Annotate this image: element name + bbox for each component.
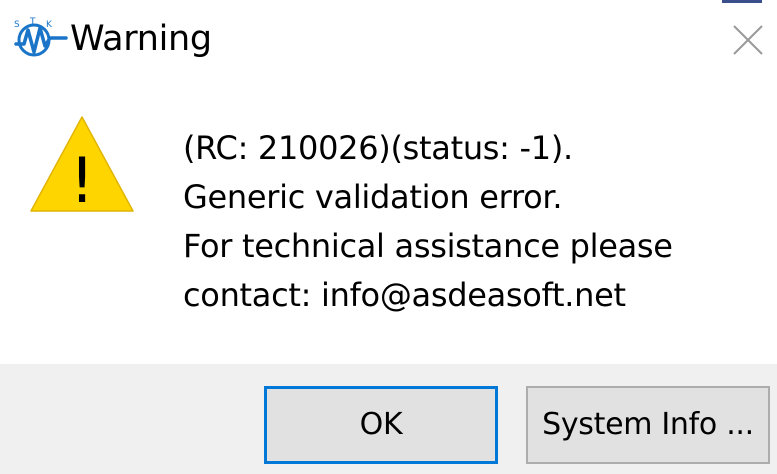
warning-triangle-icon: !	[30, 116, 134, 214]
message-line-error: Generic validation error.	[183, 178, 563, 216]
title-bar[interactable]: S T K Warning	[0, 0, 777, 82]
dialog-title: Warning	[70, 19, 212, 59]
close-icon[interactable]	[728, 20, 768, 60]
warning-dialog: S T K Warning ! (RC: 210026)(status: -1)…	[0, 0, 777, 474]
logo-letter-t: T	[29, 17, 36, 27]
message-line-return-code: (RC: 210026)(status: -1).	[183, 129, 573, 167]
button-bar: OK System Info ...	[0, 364, 777, 474]
message-line-contact: contact: info@asdeasoft.net	[183, 276, 626, 314]
logo-letter-s: S	[14, 20, 20, 30]
warning-exclamation: !	[70, 144, 95, 214]
stk-logo-icon: S T K	[14, 17, 68, 57]
logo-letter-k: K	[46, 20, 53, 30]
message-text: (RC: 210026)(status: -1). Generic valida…	[183, 124, 763, 320]
message-line-assistance: For technical assistance please	[183, 227, 673, 265]
system-info-button[interactable]: System Info ...	[526, 386, 770, 464]
ok-button[interactable]: OK	[264, 386, 498, 464]
